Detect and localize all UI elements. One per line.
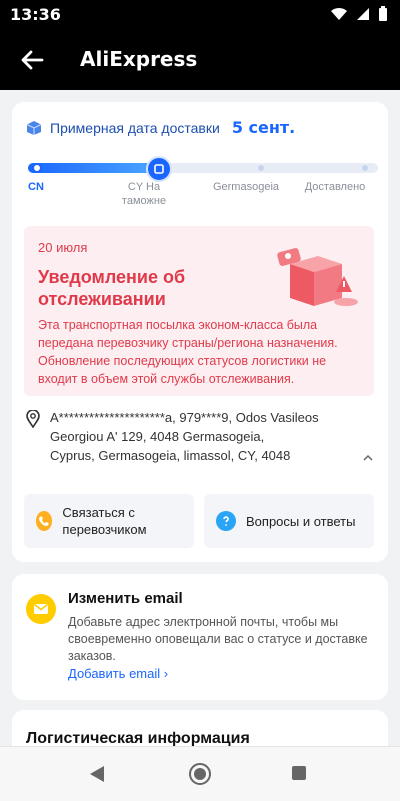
address-line-1: A*********************a, 979****9, Odos … (50, 410, 319, 425)
nav-recents-icon[interactable] (292, 766, 306, 780)
tracking-card: Примерная дата доставки 5 сент. CN CY На… (12, 102, 388, 562)
nav-home-icon[interactable] (189, 763, 211, 785)
chevron-up-icon[interactable] (362, 452, 374, 464)
package-icon (26, 120, 42, 135)
notice-body: Эта транспортная посылка эконом-класса б… (38, 318, 338, 386)
notice-title: Уведомление об отслеживании (38, 267, 186, 309)
stage-label-customs: CY На таможне (121, 181, 167, 207)
stage-label-germasogeia: Germasogeia (212, 181, 280, 193)
tracking-notice: 20 июля Уведомление об отслеживании Эта … (24, 226, 374, 396)
address-line-3: Cyprus, Germasogeia, limassol, CY, 4048 (50, 448, 291, 463)
email-card-description: Добавьте адрес электронной почты, чтобы … (68, 615, 368, 663)
stage-dot-delivered (362, 165, 368, 171)
logistics-title: Логистическая информация (26, 730, 250, 746)
faq-label: Вопросы и ответы (246, 513, 356, 529)
battery-icon (379, 6, 387, 21)
add-email-link[interactable]: Добавить email › (68, 666, 168, 681)
stage-dot-cn (32, 163, 42, 173)
address-line-2: Georgiou A' 129, 4048 Germasogeia, (50, 429, 265, 444)
contact-carrier-label: Связаться с перевозчиком (62, 505, 147, 537)
status-icons (330, 6, 388, 22)
signal-icon (357, 8, 369, 20)
mail-icon (26, 594, 56, 624)
wifi-icon (331, 7, 347, 20)
notice-date: 20 июля (38, 240, 88, 255)
status-bar: 13:36 (0, 0, 400, 30)
progress-track (28, 156, 378, 182)
stage-dot-germasogeia (258, 165, 264, 171)
location-pin-icon (26, 410, 40, 428)
arrow-left-icon[interactable] (18, 46, 46, 74)
faq-button[interactable]: Вопросы и ответы (204, 494, 374, 548)
status-time: 13:36 (10, 5, 61, 24)
app-bar: AliExpress (0, 30, 400, 90)
logistics-card: Логистическая информация (12, 710, 388, 746)
truck-icon (146, 156, 172, 182)
question-icon (216, 511, 236, 531)
address-text: A*********************a, 979****9, Odos … (50, 408, 360, 465)
stage-label-cn: CN (28, 181, 44, 193)
app-title: AliExpress (80, 47, 198, 71)
estimate-date: 5 сент. (231, 118, 296, 137)
phone-icon (36, 511, 53, 531)
estimate-label: Примерная дата доставки (50, 119, 220, 136)
contact-carrier-button[interactable]: Связаться с перевозчиком (24, 494, 194, 548)
main-content[interactable]: Примерная дата доставки 5 сент. CN CY На… (0, 90, 400, 746)
nav-back-icon[interactable] (90, 766, 104, 782)
parcel-alert-illustration-icon (277, 248, 358, 306)
email-card-title: Изменить email (68, 590, 183, 607)
estimate-row: Примерная дата доставки 5 сент. (26, 118, 295, 137)
system-nav-bar (0, 746, 400, 801)
email-card: Изменить email Добавьте адрес электронно… (12, 574, 388, 700)
stage-label-delivered: Доставлено (304, 181, 366, 193)
progress-fill (28, 163, 154, 173)
